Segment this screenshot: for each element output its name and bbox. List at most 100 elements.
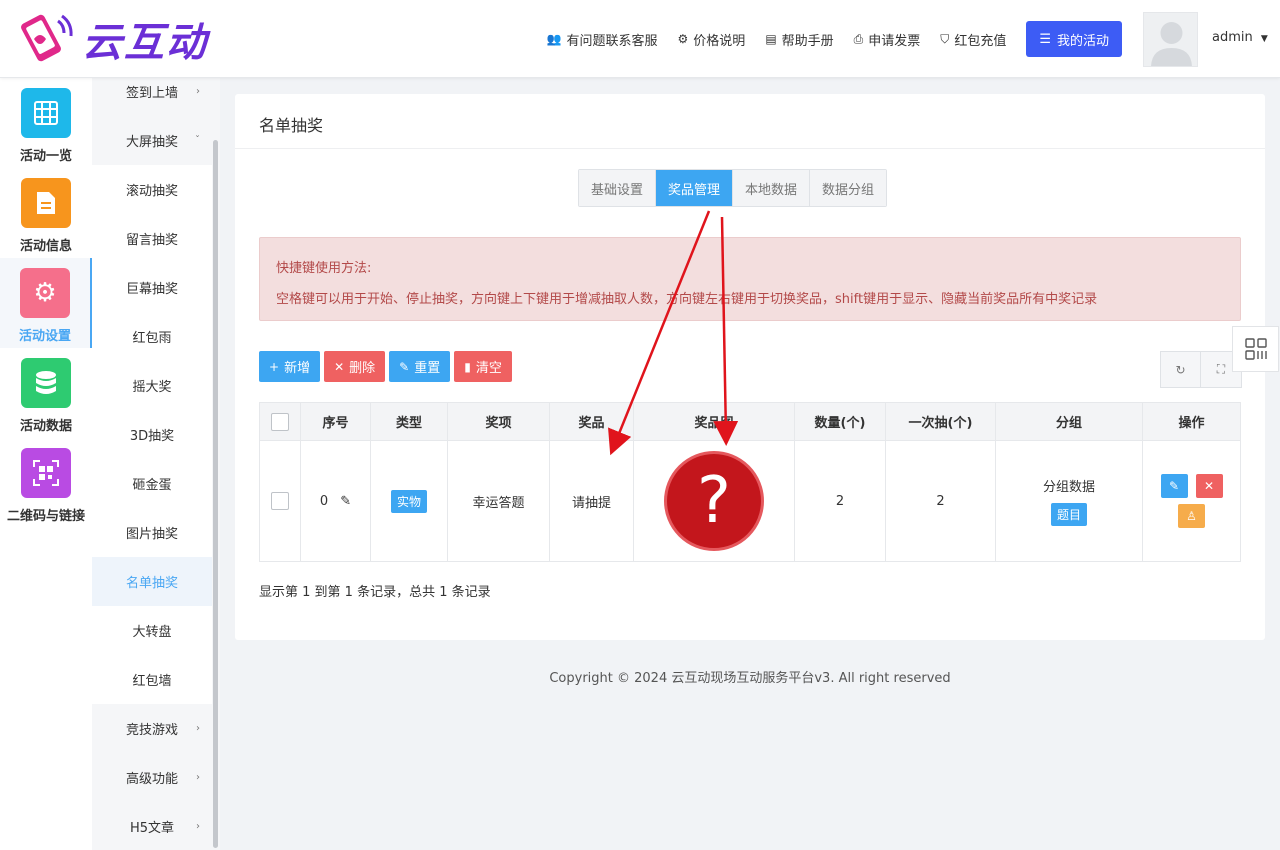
submenu-item-active[interactable]: 名单抽奖	[92, 557, 212, 606]
logo[interactable]: 云互动	[20, 10, 208, 68]
chevron-right-icon: ›	[196, 86, 200, 97]
column-header[interactable]: 数量(个)	[794, 402, 886, 441]
reset-button[interactable]: ✎ 重置	[389, 351, 451, 382]
nav-label: 帮助手册	[781, 33, 834, 49]
submenu-item[interactable]: 红包墙	[92, 655, 212, 704]
submenu-item[interactable]: 签到上墙 ›	[92, 78, 212, 116]
submenu-label: 巨幕抽奖	[125, 282, 178, 297]
close-icon: ✕	[334, 359, 345, 374]
sub-menu: 签到上墙 › 大屏抽奖 ˇ 滚动抽奖 留言抽奖 巨幕抽奖 红包雨 摇大奖 3D抽…	[92, 78, 220, 850]
shield-icon: ⛉	[940, 31, 950, 46]
grid-icon	[21, 88, 71, 138]
rail-item-info[interactable]: 活动信息	[0, 168, 92, 258]
submenu-item[interactable]: 红包雨	[92, 312, 212, 361]
tab-prize-management[interactable]: 奖品管理	[656, 170, 734, 206]
user-menu[interactable]: admin ▼	[1212, 30, 1268, 45]
winner-button[interactable]: ♙	[1178, 504, 1205, 528]
plus-icon: +	[269, 359, 280, 374]
table-header-row: 序号 类型 奖项 奖品 奖品图 数量(个) 一次抽(个) 分组 操作	[259, 402, 1241, 441]
trash-icon: ▮	[464, 359, 471, 374]
column-header[interactable]: 奖项	[447, 402, 550, 441]
submenu-item[interactable]: 高级功能 ›	[92, 753, 212, 802]
tab-local-data[interactable]: 本地数据	[733, 170, 811, 206]
submenu-item[interactable]: 砸金蛋	[92, 459, 212, 508]
submenu-label: 砸金蛋	[132, 478, 172, 493]
submenu-label: 竞技游戏	[125, 723, 178, 738]
nav-recharge[interactable]: ⛉ 红包充值	[940, 21, 1006, 57]
tab-basic-settings[interactable]: 基础设置	[579, 170, 657, 206]
submenu-label: 名单抽奖	[125, 576, 178, 591]
submenu-label: 红包墙	[132, 674, 172, 689]
nav-customer-service[interactable]: 👥 有问题联系客服	[547, 21, 658, 57]
rail-item-settings[interactable]: ⚙ 活动设置	[0, 258, 92, 348]
submenu-scrollbar[interactable]	[213, 140, 218, 848]
reset-label: 重置	[414, 361, 441, 376]
rail-item-qrcode[interactable]: 二维码与链接	[0, 438, 92, 528]
nav-price[interactable]: ⚙ 价格说明	[678, 21, 746, 57]
qrcode-icon	[21, 448, 71, 498]
group-tag-badge: 题目	[1050, 503, 1087, 526]
delete-button[interactable]: ✕ 删除	[324, 351, 386, 382]
column-header[interactable]: 操作	[1142, 402, 1241, 441]
submenu-label: 摇大奖	[132, 380, 172, 395]
index-value: 0	[319, 493, 329, 509]
customer-service-icon: 👥	[546, 32, 562, 46]
delete-row-button[interactable]: ✕	[1195, 474, 1223, 498]
nav-invoice[interactable]: ⎙ 申请发票	[854, 21, 921, 57]
submenu-label: 红包雨	[132, 331, 172, 346]
column-header[interactable]: 奖品	[549, 402, 634, 441]
edit-button[interactable]: ✎	[1160, 474, 1188, 498]
column-header[interactable]: 奖品图	[633, 402, 795, 441]
submenu-item[interactable]: 大转盘	[92, 606, 212, 655]
chevron-right-icon: ›	[196, 772, 200, 783]
rail-label: 活动信息	[19, 239, 72, 254]
document-icon	[21, 178, 71, 228]
pencil-icon[interactable]: ✎	[340, 494, 351, 509]
column-header[interactable]: 类型	[370, 402, 448, 441]
select-all-checkbox[interactable]	[271, 412, 289, 431]
book-icon: ▤	[765, 32, 777, 46]
tab-data-groups[interactable]: 数据分组	[810, 170, 887, 206]
chevron-down-icon: ˇ	[195, 135, 200, 146]
type-cell: 实物	[370, 440, 448, 562]
submenu-label: 大屏抽奖	[125, 135, 178, 150]
my-activity-button[interactable]: ☰ 我的活动	[1026, 21, 1122, 57]
rail-label: 活动一览	[19, 149, 72, 164]
row-checkbox[interactable]	[271, 492, 289, 510]
page-title: 名单抽奖	[259, 116, 324, 135]
submenu-item[interactable]: 大屏抽奖 ˇ	[92, 116, 212, 165]
submenu-label: 高级功能	[125, 772, 178, 787]
column-header[interactable]: 一次抽(个)	[885, 402, 996, 441]
gear-icon: ⚙	[20, 268, 70, 318]
rail-item-data[interactable]: 活动数据	[0, 348, 92, 438]
submenu-item[interactable]: 摇大奖	[92, 361, 212, 410]
submenu-item[interactable]: 滚动抽奖	[92, 165, 212, 214]
price-icon: ⚙	[677, 32, 689, 46]
column-header[interactable]: 分组	[995, 402, 1143, 441]
clear-button[interactable]: ▮ 清空	[454, 351, 512, 382]
type-badge: 实物	[390, 489, 427, 513]
submenu-item[interactable]: 巨幕抽奖	[92, 263, 212, 312]
question-mark-image[interactable]: ?	[664, 451, 764, 551]
per-draw-cell: 2	[885, 440, 996, 562]
username: admin	[1212, 30, 1253, 45]
submenu-item[interactable]: 竞技游戏 ›	[92, 704, 212, 753]
logo-text: 云互动	[82, 20, 208, 66]
rail-item-overview[interactable]: 活动一览	[0, 78, 92, 168]
submenu-item[interactable]: 留言抽奖	[92, 214, 212, 263]
floating-qrcode-button[interactable]	[1232, 326, 1279, 372]
avatar[interactable]	[1143, 12, 1198, 67]
nav-help[interactable]: ▤ 帮助手册	[765, 21, 833, 57]
nav-label: 红包充值	[954, 33, 1007, 49]
delete-label: 删除	[349, 361, 376, 376]
chevron-right-icon: ›	[196, 821, 200, 832]
icon-rail: 活动一览 活动信息 ⚙ 活动设置 活动数据 二维码与链接	[0, 78, 92, 850]
submenu-item[interactable]: 3D抽奖	[92, 410, 212, 459]
submenu-item[interactable]: 图片抽奖	[92, 508, 212, 557]
add-button[interactable]: + 新增	[259, 351, 321, 382]
quantity-cell: 2	[794, 440, 886, 562]
column-header[interactable]: 序号	[300, 402, 371, 441]
submenu-item[interactable]: H5文章 ›	[92, 802, 212, 850]
submenu-label: 图片抽奖	[125, 527, 178, 542]
refresh-icon[interactable]: ↻	[1160, 351, 1201, 388]
